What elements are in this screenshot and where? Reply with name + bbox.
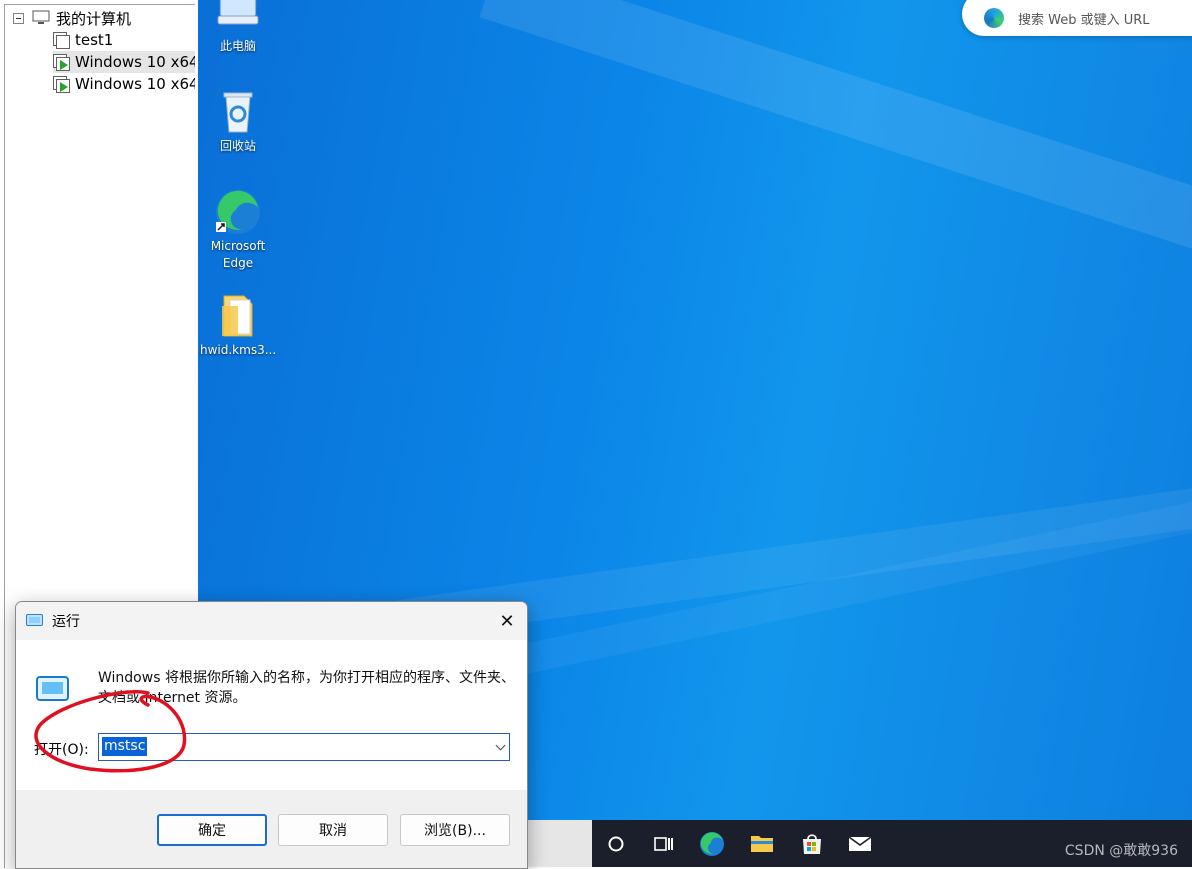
chevron-down-icon[interactable] — [495, 740, 506, 751]
tree-item-test1[interactable]: test1 — [53, 29, 113, 51]
tree-item-label: Windows 10 x64 — [75, 75, 195, 93]
vm-icon — [53, 32, 70, 49]
pc-icon — [214, 0, 262, 36]
running-vm-icon — [53, 76, 70, 93]
recycle-bin-icon — [214, 88, 262, 136]
tree-item-label: test1 — [75, 31, 114, 49]
desktop-icon-label: Microsoft Edge — [210, 239, 266, 270]
ok-button[interactable]: 确定 — [157, 814, 267, 846]
run-dialog-title: 运行 — [52, 614, 80, 630]
cancel-button[interactable]: 取消 — [278, 814, 388, 846]
run-dialog: 运行 ✕ Windows 将根据你所输入的名称，为你打开相应的程序、文件夹、文档… — [15, 601, 528, 869]
edge-icon — [214, 188, 262, 236]
desktop-icon-label: hwid.kms3... — [200, 343, 277, 357]
search-input[interactable]: 搜索 Web 或键入 URL — [1018, 9, 1150, 28]
desktop-icon-label: 此电脑 — [219, 39, 256, 53]
close-button[interactable]: ✕ — [487, 602, 527, 640]
file-explorer-icon[interactable] — [738, 820, 786, 867]
browser-search-bar[interactable]: 搜索 Web 或键入 URL — [962, 0, 1192, 36]
desktop-icon-edge[interactable]: Microsoft Edge — [200, 188, 276, 272]
run-program-icon — [36, 676, 69, 701]
folder-icon — [214, 292, 262, 340]
desktop-icon-hwid-folder[interactable]: hwid.kms3... — [200, 292, 276, 359]
tree-item-windows10-b[interactable]: Windows 10 x64 — [53, 73, 195, 95]
csdn-watermark: CSDN @敢敢936 — [1064, 843, 1178, 859]
edge-icon[interactable] — [688, 820, 736, 867]
run-dialog-titlebar[interactable]: 运行 ✕ — [16, 602, 527, 640]
run-dialog-body: Windows 将根据你所输入的名称，为你打开相应的程序、文件夹、文档或 Int… — [16, 640, 527, 790]
run-app-icon — [26, 614, 43, 626]
computer-icon — [32, 10, 50, 24]
tree-item-windows10-a[interactable]: Windows 10 x64 — [53, 51, 195, 73]
wallpaper-light-beam — [479, 0, 1192, 296]
tree-root[interactable]: 我的计算机 — [13, 7, 131, 29]
tree-item-label: Windows 10 x64 — [75, 53, 195, 71]
mail-icon[interactable] — [836, 820, 884, 867]
desktop-icon-recycle-bin[interactable]: 回收站 — [200, 88, 276, 155]
browse-button[interactable]: 浏览(B)... — [400, 814, 510, 846]
taskbar-left-strip — [527, 820, 592, 867]
run-dialog-footer: 确定 取消 浏览(B)... — [16, 790, 527, 868]
running-vm-icon — [53, 54, 70, 71]
run-description: Windows 将根据你所输入的名称，为你打开相应的程序、文件夹、文档或 Int… — [98, 670, 515, 706]
open-combobox[interactable]: mstsc — [98, 733, 510, 761]
taskbar: CSDN @敢敢936 — [592, 820, 1192, 867]
open-label: 打开(O): — [34, 742, 89, 758]
tree-root-label: 我的计算机 — [56, 9, 132, 28]
edge-icon — [984, 8, 1004, 28]
store-icon[interactable] — [788, 820, 836, 867]
desktop-icon-this-pc[interactable]: 此电脑 — [200, 0, 276, 55]
search-circle-icon[interactable] — [592, 820, 640, 867]
desktop-icon-label: 回收站 — [219, 139, 256, 153]
collapse-icon[interactable] — [13, 12, 24, 24]
task-view-icon[interactable] — [640, 820, 688, 867]
open-input[interactable]: mstsc — [102, 737, 148, 756]
